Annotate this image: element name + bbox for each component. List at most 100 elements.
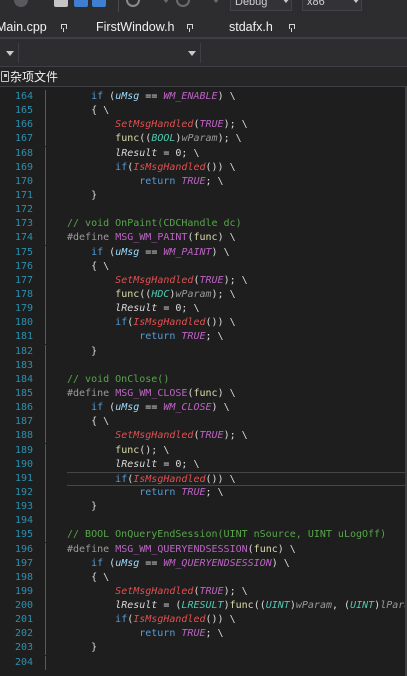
code-line[interactable]: 187 { \ bbox=[0, 415, 407, 430]
code-line[interactable]: 186 if (uMsg == WM_CLOSE) \ bbox=[0, 401, 407, 416]
code-line[interactable]: 201 if(IsMsgHandled()) \ bbox=[0, 613, 407, 628]
code-line[interactable]: 164 if (uMsg == WM_ENABLE) \ bbox=[0, 90, 407, 104]
code-line[interactable]: 165 { \ bbox=[0, 104, 407, 119]
back-icon[interactable] bbox=[14, 0, 28, 7]
code-token: wParam bbox=[295, 600, 332, 612]
platform-dropdown-icon[interactable] bbox=[352, 0, 360, 3]
code-line[interactable]: 171 } bbox=[0, 188, 407, 203]
code-line[interactable]: 174 #define MSG_WM_PAINT(func) \ bbox=[0, 231, 407, 246]
code-token: // BOOL OnQueryEndSession(UINT nSource, … bbox=[67, 529, 387, 541]
outline-margin bbox=[41, 316, 50, 331]
code-line[interactable]: 169 if(IsMsgHandled()) \ bbox=[0, 160, 407, 175]
tab-main-cpp[interactable]: Main.cpp bbox=[0, 16, 68, 39]
tab-stdafx-h[interactable]: stdafx.h bbox=[229, 16, 289, 39]
code-token: TRUE bbox=[199, 430, 224, 442]
line-number: 170 bbox=[14, 175, 33, 187]
code-line[interactable]: 182 } bbox=[0, 344, 407, 359]
code-text: if (uMsg == WM_CLOSE) \ bbox=[67, 401, 407, 415]
code-line[interactable]: 170 return TRUE; \ bbox=[0, 174, 407, 189]
save-icon[interactable] bbox=[74, 0, 88, 7]
code-line[interactable]: 193 } bbox=[0, 500, 407, 515]
line-number: 188 bbox=[14, 430, 33, 442]
code-line[interactable]: 178 func((HDC)wParam); \ bbox=[0, 287, 407, 302]
code-line[interactable]: 194 bbox=[0, 514, 407, 529]
code-token: ) \ bbox=[211, 402, 230, 414]
code-line[interactable]: 173 // void OnPaint(CDCHandle dc) bbox=[0, 217, 407, 232]
code-line[interactable]: 195 // BOOL OnQueryEndSession(UINT nSourc… bbox=[0, 528, 407, 543]
code-token: (( bbox=[253, 600, 266, 612]
code-line[interactable]: 188 SetMsgHandled(TRUE); \ bbox=[0, 429, 407, 444]
code-token: TRUE bbox=[181, 175, 206, 187]
toolbar: Debug x86 bbox=[0, 0, 407, 16]
code-editor[interactable]: 164 if (uMsg == WM_ENABLE) \ 165 { \ 166 S… bbox=[0, 87, 407, 676]
code-token: return bbox=[139, 628, 176, 640]
code-line[interactable]: 180 if(IsMsgHandled()) \ bbox=[0, 316, 407, 331]
code-line[interactable]: 172 bbox=[0, 203, 407, 218]
code-line[interactable]: 200 lResult = (LRESULT)func((UINT)wParam… bbox=[0, 599, 407, 614]
project-selector[interactable]: 杂项文件 bbox=[0, 67, 407, 87]
code-token: lParam bbox=[380, 600, 407, 612]
code-token: uMsg bbox=[115, 557, 140, 569]
code-token: ) \ bbox=[277, 543, 296, 555]
code-line[interactable]: 190 lResult = 0; \ bbox=[0, 457, 407, 472]
code-token: } bbox=[67, 189, 98, 201]
code-line[interactable]: 196 #define MSG_WM_QUERYENDSESSION(func) … bbox=[0, 542, 407, 557]
undo-icon[interactable] bbox=[126, 0, 140, 7]
undo-dropdown-icon[interactable] bbox=[162, 0, 170, 3]
code-line[interactable]: 185 #define MSG_WM_CLOSE(func) \ bbox=[0, 386, 407, 401]
code-line[interactable]: 176 { \ bbox=[0, 259, 407, 274]
code-line[interactable]: 197 if (uMsg == WM_QUERYENDSESSION) \ bbox=[0, 556, 407, 571]
redo-icon[interactable] bbox=[176, 0, 190, 7]
code-line[interactable]: 199 SetMsgHandled(TRUE); \ bbox=[0, 584, 407, 599]
line-number: 185 bbox=[14, 387, 33, 399]
code-token: { \ bbox=[67, 105, 110, 117]
code-line[interactable]: 179 lResult = 0; \ bbox=[0, 302, 407, 317]
code-line[interactable]: 177 SetMsgHandled(TRUE); \ bbox=[0, 273, 407, 288]
code-line[interactable]: 202 return TRUE; \ bbox=[0, 627, 407, 642]
code-token: uMsg bbox=[115, 91, 140, 102]
code-line[interactable]: 166 SetMsgHandled(TRUE); \ bbox=[0, 118, 407, 133]
line-number: 167 bbox=[14, 133, 33, 145]
code-line[interactable]: 184 // void OnClose() bbox=[0, 372, 407, 387]
code-line[interactable]: 168 lResult = 0; \ bbox=[0, 146, 407, 161]
config-dropdown-icon[interactable] bbox=[282, 0, 290, 3]
code-token: (( bbox=[139, 133, 152, 145]
code-line[interactable]: 175 if (uMsg == WM_PAINT) \ bbox=[0, 245, 407, 260]
chevron-down-icon[interactable] bbox=[6, 51, 14, 56]
code-line[interactable]: 198 { \ bbox=[0, 570, 407, 585]
pin-icon[interactable] bbox=[288, 24, 295, 32]
code-text: #define MSG_WM_QUERYENDSESSION(func) \ bbox=[67, 543, 407, 557]
line-number: 202 bbox=[14, 628, 33, 640]
code-line[interactable]: 203 } bbox=[0, 641, 407, 656]
outline-margin bbox=[41, 217, 50, 232]
line-number: 166 bbox=[14, 119, 33, 131]
redo-dropdown-icon[interactable] bbox=[212, 0, 220, 3]
outline-margin bbox=[41, 641, 50, 656]
pin-icon[interactable] bbox=[60, 24, 67, 32]
pin-icon[interactable] bbox=[186, 24, 193, 32]
code-token: ); \ bbox=[223, 585, 248, 597]
code-line[interactable]: 189 func(); \ bbox=[0, 443, 407, 458]
code-token: BOOL bbox=[151, 133, 176, 145]
outline-margin bbox=[41, 358, 50, 373]
code-line[interactable]: 167 func((BOOL)wParam); \ bbox=[0, 132, 407, 147]
outline-margin bbox=[41, 613, 50, 628]
tab-firstwindow-h[interactable]: FirstWindow.h bbox=[96, 16, 196, 39]
chevron-down-icon[interactable] bbox=[188, 51, 196, 56]
save-all-icon[interactable] bbox=[92, 0, 106, 7]
code-line[interactable]: 181 return TRUE; \ bbox=[0, 330, 407, 345]
new-file-icon[interactable] bbox=[54, 0, 68, 7]
outline-margin bbox=[41, 443, 50, 458]
code-line[interactable]: 191 if(IsMsgHandled()) \ bbox=[0, 471, 407, 486]
line-number: 179 bbox=[14, 303, 33, 315]
code-line[interactable]: 192 return TRUE; \ bbox=[0, 485, 407, 500]
code-token: == bbox=[139, 91, 164, 102]
code-line[interactable]: 204 bbox=[0, 655, 407, 670]
code-line[interactable]: 183 bbox=[0, 358, 407, 373]
outline-margin bbox=[41, 386, 50, 401]
outline-margin bbox=[41, 231, 50, 246]
